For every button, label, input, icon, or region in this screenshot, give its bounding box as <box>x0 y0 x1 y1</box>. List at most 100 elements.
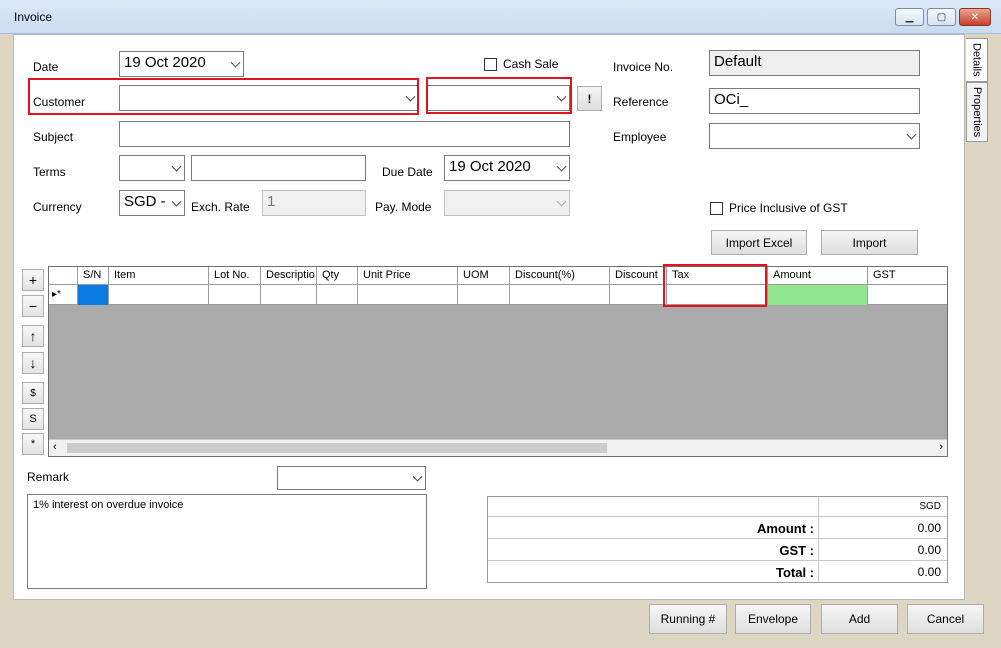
maximize-button[interactable]: ▢ <box>927 8 956 26</box>
items-grid[interactable]: S/N Item Lot No. Descriptio Qty Unit Pri… <box>48 266 948 457</box>
due-date-label: Due Date <box>382 165 433 179</box>
totals-row-gst: GST : 0.00 <box>488 539 947 561</box>
cell-lot-no[interactable] <box>209 285 261 305</box>
price-button[interactable]: $ <box>22 382 44 404</box>
chevron-down-icon <box>556 196 567 207</box>
chevron-down-icon <box>906 129 917 140</box>
running-number-button[interactable]: Running # <box>649 604 727 634</box>
currency-dropdown[interactable]: SGD - <box>119 190 185 216</box>
invoice-no-label: Invoice No. <box>613 60 674 74</box>
remark-label: Remark <box>27 470 70 484</box>
cell-unit-price[interactable] <box>358 285 458 305</box>
cell-gst[interactable] <box>868 285 947 305</box>
subtotal-button[interactable]: S <box>22 408 44 430</box>
tax-column-highlight <box>663 264 767 307</box>
pay-mode-dropdown[interactable] <box>444 190 570 216</box>
tab-properties[interactable]: Properties <box>966 82 988 142</box>
column-header-lot-no[interactable]: Lot No. <box>209 267 261 285</box>
chevron-down-icon <box>171 196 182 207</box>
move-up-button[interactable]: ↑ <box>22 325 44 347</box>
column-header-sn[interactable]: S/N <box>78 267 109 285</box>
remark-textarea[interactable]: 1% interest on overdue invoice <box>27 494 427 589</box>
date-picker[interactable]: 19 Oct 2020 <box>119 51 244 77</box>
totals-currency: SGD <box>919 501 941 512</box>
window-title: Invoice <box>14 10 53 24</box>
horizontal-scrollbar[interactable]: ‹ › <box>49 439 947 456</box>
customer-extra-highlight <box>426 77 572 114</box>
exch-rate-label: Exch. Rate <box>191 200 250 214</box>
totals-header-row: SGD <box>488 497 947 517</box>
table-row[interactable]: ▸* <box>49 285 947 305</box>
add-button[interactable]: Add <box>821 604 898 634</box>
close-button[interactable]: ✕ <box>959 8 991 26</box>
due-date-picker[interactable]: 19 Oct 2020 <box>444 155 570 181</box>
reference-label: Reference <box>613 95 669 109</box>
plus-icon: + <box>28 272 38 288</box>
remove-row-button[interactable]: − <box>22 295 44 317</box>
dollar-icon: $ <box>30 387 36 399</box>
cell-amount[interactable] <box>768 285 868 305</box>
grid-header: S/N Item Lot No. Descriptio Qty Unit Pri… <box>49 267 947 285</box>
cell-discount[interactable] <box>610 285 667 305</box>
cash-sale-label: Cash Sale <box>503 57 559 71</box>
cash-sale-checkbox[interactable] <box>484 58 497 71</box>
column-header-amount[interactable]: Amount <box>768 267 868 285</box>
chevron-down-icon <box>230 57 241 68</box>
column-header-gst[interactable]: GST <box>868 267 947 285</box>
price-inclusive-checkbox[interactable] <box>710 202 723 215</box>
row-marker: ▸* <box>49 285 78 305</box>
cell-uom[interactable] <box>458 285 510 305</box>
chevron-down-icon <box>171 161 182 172</box>
scroll-left-icon[interactable]: ‹ <box>53 441 57 453</box>
chevron-down-icon <box>556 161 567 172</box>
reference-input[interactable]: OCi_ <box>709 88 920 114</box>
add-row-button[interactable]: + <box>22 269 44 291</box>
pay-mode-label: Pay. Mode <box>375 200 432 214</box>
column-header-description[interactable]: Descriptio <box>261 267 317 285</box>
cancel-button[interactable]: Cancel <box>907 604 984 634</box>
envelope-button[interactable]: Envelope <box>735 604 811 634</box>
asterisk-button[interactable]: * <box>22 433 44 455</box>
invoice-no-field[interactable]: Default <box>709 50 920 76</box>
chevron-down-icon <box>412 471 423 482</box>
scrollbar-thumb[interactable] <box>67 443 607 453</box>
subject-input[interactable] <box>119 121 570 147</box>
close-icon: ✕ <box>970 11 980 23</box>
customer-info-button[interactable]: ! <box>577 86 602 111</box>
arrow-down-icon: ↓ <box>29 355 37 371</box>
terms-text-input[interactable] <box>191 155 366 181</box>
exch-rate-input[interactable]: 1 <box>262 190 366 216</box>
cell-qty[interactable] <box>317 285 358 305</box>
asterisk-icon: * <box>30 438 36 450</box>
price-inclusive-label: Price Inclusive of GST <box>729 201 848 215</box>
column-header-discount-pct[interactable]: Discount(%) <box>510 267 610 285</box>
employee-dropdown[interactable] <box>709 123 920 149</box>
subject-label: Subject <box>33 130 74 144</box>
column-header-discount[interactable]: Discount <box>610 267 667 285</box>
column-header-unit-price[interactable]: Unit Price <box>358 267 458 285</box>
remark-dropdown[interactable] <box>277 466 426 490</box>
s-icon: S <box>29 413 37 425</box>
arrow-up-icon: ↑ <box>29 328 37 344</box>
cell-discount-pct[interactable] <box>510 285 610 305</box>
terms-label: Terms <box>33 165 66 179</box>
totals-row-total: Total : 0.00 <box>775 565 941 580</box>
column-header-uom[interactable]: UOM <box>458 267 510 285</box>
minimize-icon: ▁ <box>905 11 914 23</box>
tab-details[interactable]: Details <box>966 38 988 82</box>
scroll-right-icon[interactable]: › <box>939 441 943 453</box>
column-header-item[interactable]: Item <box>109 267 209 285</box>
employee-label: Employee <box>613 130 667 144</box>
column-header-qty[interactable]: Qty <box>317 267 358 285</box>
import-button[interactable]: Import <box>821 230 918 255</box>
move-down-button[interactable]: ↓ <box>22 352 44 374</box>
terms-dropdown[interactable] <box>119 155 185 181</box>
import-excel-button[interactable]: Import Excel <box>711 230 807 255</box>
cell-item[interactable] <box>109 285 209 305</box>
title-bar: Invoice ▁ ▢ ✕ <box>0 0 1001 34</box>
cell-sn[interactable] <box>78 285 109 305</box>
date-label: Date <box>33 60 59 74</box>
customer-highlight <box>28 78 419 115</box>
cell-description[interactable] <box>261 285 317 305</box>
minimize-button[interactable]: ▁ <box>895 8 924 26</box>
